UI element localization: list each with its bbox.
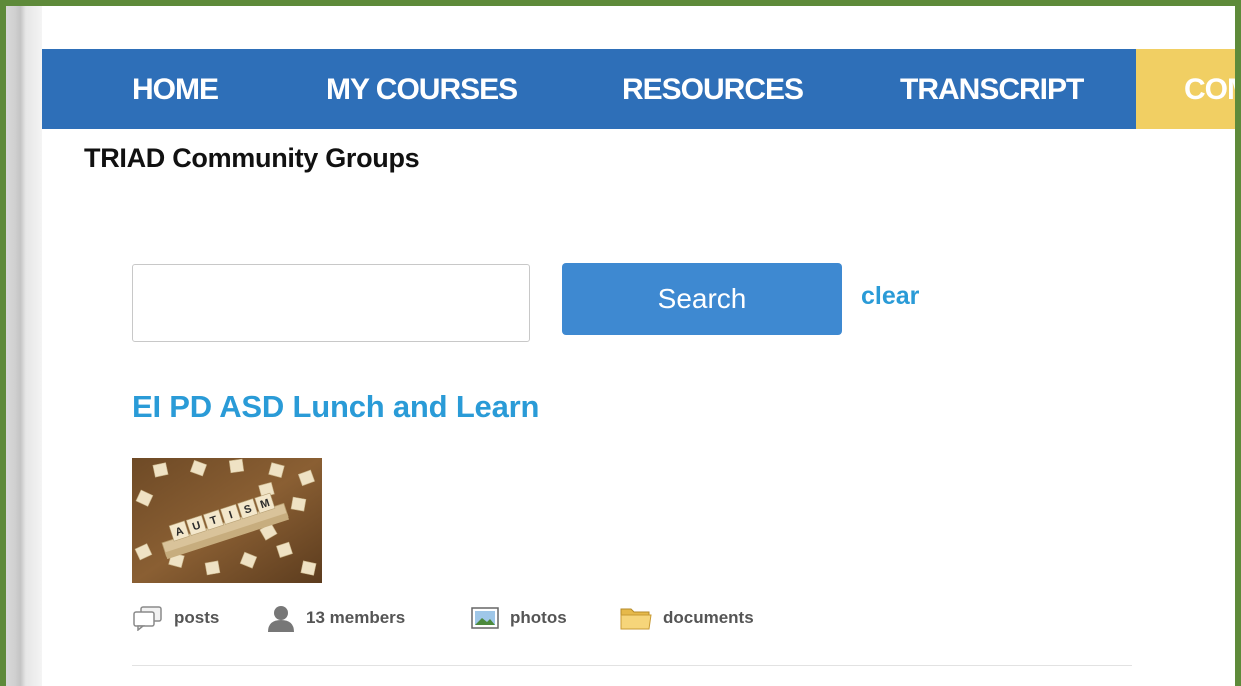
nav-transcript[interactable]: TRANSCRIPT [900,49,1084,129]
search-button[interactable]: Search [562,263,842,335]
posts-icon [133,606,162,631]
documents-label: documents [663,608,754,627]
group-title-link[interactable]: EI PD ASD Lunch and Learn [132,389,539,425]
posts-label: posts [174,608,220,627]
members-label: 13 members [306,608,406,627]
group-photos-stat[interactable]: photos [470,603,567,633]
nav-resources[interactable]: RESOURCES [622,49,804,129]
left-scroll-strip [6,6,42,686]
nav-home[interactable]: HOME [132,49,219,129]
photos-icon [471,607,499,629]
photos-label: photos [510,608,567,627]
nav-community[interactable]: COMMUNITY [1136,49,1235,129]
documents-icon [620,608,652,630]
search-input[interactable] [132,264,530,342]
members-icon [268,606,294,632]
clear-link[interactable]: clear [861,282,919,311]
group-divider [132,665,1132,666]
page-title: TRIAD Community Groups [84,143,420,173]
group-documents-stat[interactable]: documents [619,603,754,633]
main-navbar: HOME MY COURSES RESOURCES TRANSCRIPT COM… [42,49,1235,129]
group-members-stat[interactable]: 13 members [266,603,405,633]
group-posts-stat[interactable]: posts [132,603,219,633]
group-thumbnail-image[interactable]: A U T I S M [132,458,322,583]
nav-my-courses[interactable]: MY COURSES [326,49,518,129]
